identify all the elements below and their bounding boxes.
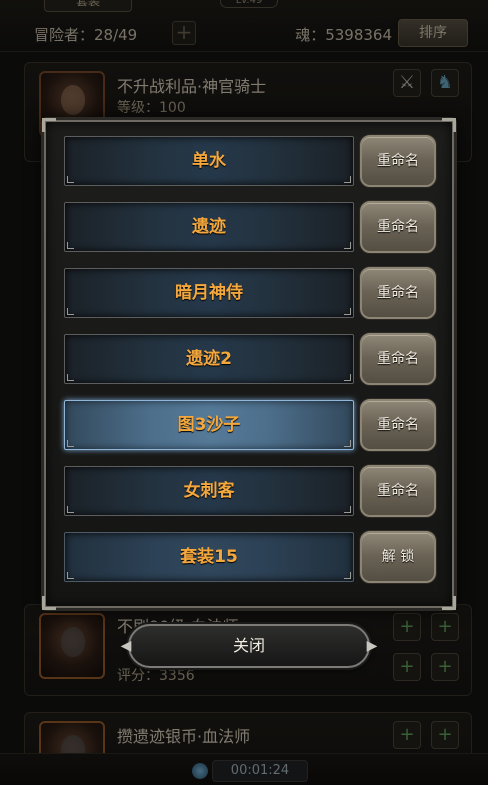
outfit-slot[interactable]: 单水 [64,136,354,186]
rename-button[interactable]: 重命名 [360,135,436,187]
outfit-row: 单水 重命名 [64,135,438,187]
unlock-button[interactable]: 解 锁 [360,531,436,583]
outfit-slots-dialog: 单水 重命名 遗迹 重命名 暗月神侍 重命名 遗迹2 重命名 图3沙子 重命名 … [42,118,456,610]
outfit-slot[interactable]: 遗迹2 [64,334,354,384]
chevron-left-icon: ◀ [120,638,132,654]
outfit-slot-selected[interactable]: 图3沙子 [64,400,354,450]
close-button[interactable]: ◀ 关闭 ▶ [121,624,377,668]
frame-corner [442,118,456,132]
close-button-label: 关闭 [232,636,265,655]
outfit-row: 遗迹2 重命名 [64,333,438,385]
rename-button[interactable]: 重命名 [360,267,436,319]
outfit-row: 套装15 解 锁 [64,531,438,583]
outfit-row: 图3沙子 重命名 [64,399,438,451]
outfit-slot[interactable]: 女刺客 [64,466,354,516]
outfit-row: 女刺客 重命名 [64,465,438,517]
rename-button[interactable]: 重命名 [360,201,436,253]
outfit-slot[interactable]: 暗月神侍 [64,268,354,318]
rename-button[interactable]: 重命名 [360,399,436,451]
outfit-slot-locked[interactable]: 套装15 [64,532,354,582]
outfit-slot[interactable]: 遗迹 [64,202,354,252]
rename-button[interactable]: 重命名 [360,465,436,517]
frame-corner [42,118,56,132]
frame-corner [42,596,56,610]
chevron-right-icon: ▶ [366,638,378,654]
frame-corner [442,596,456,610]
outfit-row: 暗月神侍 重命名 [64,267,438,319]
rename-button[interactable]: 重命名 [360,333,436,385]
outfit-row: 遗迹 重命名 [64,201,438,253]
